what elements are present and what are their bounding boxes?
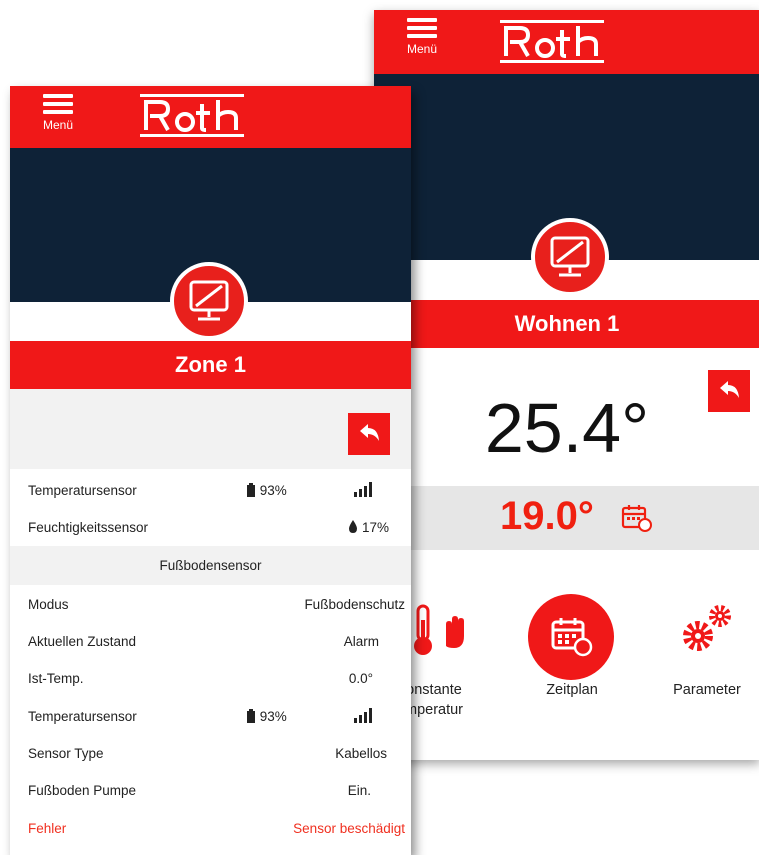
schedule-calendar-icon	[621, 505, 652, 532]
row-label: Sensor Type	[28, 746, 104, 761]
schedule-button[interactable]: Zeitplan	[514, 590, 624, 720]
current-state-row: Aktuellen Zustand Alarm	[10, 623, 411, 660]
parameters-button[interactable]: Parameter	[654, 590, 759, 720]
battery-value: 93%	[259, 709, 287, 724]
calendar-icon	[551, 618, 593, 657]
humidity-indicator: 17%	[348, 520, 389, 535]
back-screen: Menü Wohnen 1 25.4° 19.0° onstante mpera…	[374, 10, 759, 760]
hamburger-icon-bar	[407, 34, 437, 38]
row-value: Fußbodenschutz	[304, 597, 405, 612]
schedule-label: Zeitplan	[546, 682, 598, 698]
menu-button[interactable]: Menü	[402, 18, 442, 66]
roth-logo	[140, 94, 244, 137]
return-arrow-icon	[360, 424, 379, 441]
hamburger-icon	[407, 18, 437, 22]
row-label: Ist-Temp.	[28, 671, 84, 686]
temperature-sensor-row: Temperatursensor 93%	[10, 472, 411, 509]
setpoint-bar[interactable]: 19.0°	[374, 486, 759, 550]
floor-temperature-sensor-row: Temperatursensor 93%	[10, 698, 411, 735]
battery-indicator: 93%	[246, 709, 287, 724]
signal-strength-icon	[354, 482, 372, 497]
hamburger-icon-bar	[407, 26, 437, 30]
hamburger-icon	[43, 94, 73, 98]
battery-icon	[247, 483, 255, 497]
row-value: Ein.	[347, 783, 371, 798]
battery-value: 93%	[259, 483, 287, 498]
signal-strength-icon	[354, 708, 372, 723]
sensor-type-row: Sensor Type Kabellos	[10, 735, 411, 772]
floor-sensor-section-title: Fußbodensensor	[10, 546, 411, 585]
battery-icon	[247, 709, 255, 723]
zone-title: Zone 1	[10, 341, 411, 389]
row-value: Kabellos	[335, 746, 387, 761]
header-bar: Menü	[10, 86, 411, 148]
row-label: Feuchtigkeitssensor	[28, 520, 149, 535]
row-value: 0.0°	[348, 671, 373, 686]
header-bar: Menü	[374, 10, 759, 74]
row-label: Fußboden Pumpe	[28, 783, 137, 798]
back-button[interactable]	[348, 413, 390, 455]
zone-icon	[531, 218, 609, 296]
current-temperature: 25.4°	[484, 389, 650, 467]
row-label: Fehler	[28, 821, 67, 836]
monitor-icon	[550, 236, 590, 277]
zone-icon	[170, 262, 248, 340]
error-row: Fehler Sensor beschädigt	[10, 810, 411, 847]
battery-indicator: 93%	[246, 483, 287, 498]
schedule-circle	[528, 594, 614, 680]
floor-pump-row: Fußboden Pumpe Ein.	[10, 772, 411, 809]
gears-icon	[683, 605, 731, 651]
row-label: Aktuellen Zustand	[28, 634, 137, 649]
zone-title: Wohnen 1	[374, 300, 759, 348]
monitor-icon	[189, 280, 229, 321]
water-drop-icon	[349, 520, 358, 533]
row-label: Temperatursensor	[28, 709, 137, 724]
roth-logo	[500, 20, 604, 63]
menu-button[interactable]: Menü	[38, 94, 78, 142]
front-screen: Menü Zone 1 Temperatursensor 93% Feuchti…	[10, 86, 411, 855]
humidity-value: 17%	[361, 520, 389, 535]
parameters-label: Parameter	[673, 682, 741, 698]
row-label: Modus	[28, 597, 69, 612]
menu-label: Menü	[42, 118, 74, 132]
thermometer-hand-icon	[414, 604, 464, 655]
row-value: Sensor beschädigt	[293, 821, 405, 836]
row-label: Temperatursensor	[28, 483, 137, 498]
hamburger-icon-bar	[43, 110, 73, 114]
row-value: Alarm	[343, 634, 379, 649]
mode-row[interactable]: Modus Fußbodenschutz	[10, 586, 411, 623]
actual-temp-row: Ist-Temp. 0.0°	[10, 660, 411, 697]
hamburger-icon-bar	[43, 102, 73, 106]
menu-label: Menü	[406, 42, 438, 56]
humidity-sensor-row: Feuchtigkeitssensor 17%	[10, 509, 411, 546]
setpoint-temperature: 19.0°	[500, 494, 594, 538]
